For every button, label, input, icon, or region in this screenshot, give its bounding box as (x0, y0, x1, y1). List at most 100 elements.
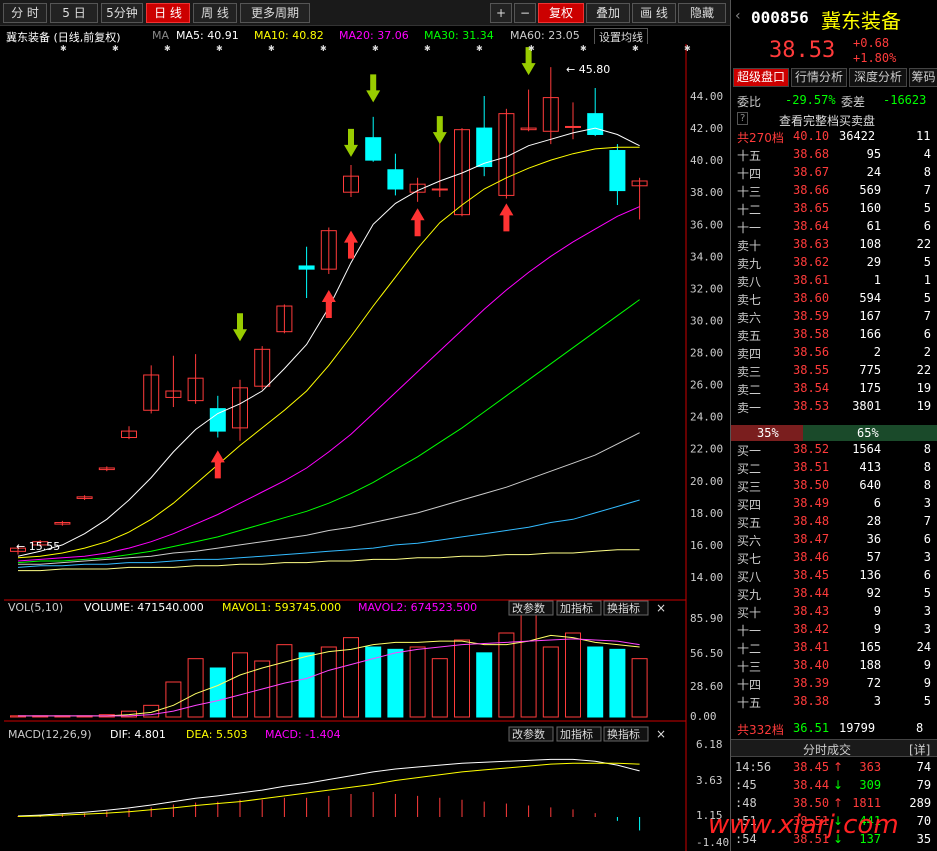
zoom-out-button[interactable]: − (514, 3, 536, 23)
level-price: 38.48 (793, 514, 830, 528)
bid-row[interactable]: 买三 38.50 640 8 (731, 477, 937, 495)
ask-row[interactable]: 卖七 38.60 594 5 (731, 290, 937, 308)
price-box: 38.53 +0.68 +1.80% (731, 36, 937, 68)
bid-row[interactable]: 十二 38.41 165 24 (731, 639, 937, 657)
ask-total-count: 11 (916, 129, 931, 143)
trade-count: 79 (916, 778, 932, 792)
level-volume: 160 (859, 201, 882, 215)
ask-row[interactable]: 十五 38.68 95 4 (731, 146, 937, 164)
ask-row[interactable]: 卖二 38.54 175 19 (731, 380, 937, 398)
period-tab-more[interactable]: 更多周期 (240, 3, 310, 23)
stock-header: 000856 冀东装备 ‹ (731, 0, 937, 36)
ask-row[interactable]: 卖六 38.59 167 7 (731, 308, 937, 326)
ask-row[interactable]: 卖十 38.63 108 22 (731, 236, 937, 254)
bid-row[interactable]: 十一 38.42 9 3 (731, 621, 937, 639)
period-tab-intraday[interactable]: 分 时 (3, 3, 47, 23)
period-tab-daily[interactable]: 日 线 (146, 3, 190, 23)
star-marker: ✱ (164, 44, 171, 53)
ask-row[interactable]: 卖八 38.61 1 1 (731, 272, 937, 290)
star-marker: ✱ (372, 44, 379, 53)
star-marker: ✱ (580, 44, 587, 53)
ask-total-price: 40.10 (793, 129, 830, 143)
level-price: 38.68 (793, 147, 830, 161)
candle-body (431, 188, 448, 191)
tab-super-book[interactable]: 超级盘口 (733, 68, 789, 87)
level-label: 十二 (737, 642, 762, 656)
bid-row[interactable]: 买十 38.43 9 3 (731, 603, 937, 621)
buy-signal-arrow (321, 290, 336, 319)
vol-tick: 0.00 (690, 710, 717, 723)
ask-row[interactable]: 十二 38.65 160 5 (731, 200, 937, 218)
quote-panel: 000856 冀东装备 ‹ 38.53 +0.68 +1.80% 超级盘口 行情… (730, 0, 937, 851)
level-label: 买七 (737, 552, 762, 566)
level-price: 38.60 (793, 291, 830, 305)
level-label: 十五 (737, 149, 762, 163)
bid-row[interactable]: 买二 38.51 413 8 (731, 459, 937, 477)
ask-row[interactable]: 卖一 38.53 3801 19 (731, 398, 937, 416)
level-price: 38.38 (793, 694, 830, 708)
price-tick: 44.00 (690, 90, 723, 103)
bid-row[interactable]: 十五 38.38 3 5 (731, 693, 937, 711)
bid-row[interactable]: 十四 38.39 72 9 (731, 675, 937, 693)
bid-row[interactable]: 买一 38.52 1564 8 (731, 441, 937, 459)
period-tab-weekly[interactable]: 周 线 (193, 3, 237, 23)
ask-row[interactable]: 卖四 38.56 2 2 (731, 344, 937, 362)
chart-area[interactable]: ← 45.80 ← 15.55 ✱ ✱ ✱ ✱ ✱ ✱ ✱ ✱ ✱ ✱ ✱ ✱ ✱ VOL(5,10) VOL… (0, 44, 730, 851)
level-volume: 413 (859, 460, 882, 474)
volume-bar (409, 646, 426, 718)
bid-row[interactable]: 十三 38.40 188 9 (731, 657, 937, 675)
bid-row[interactable]: 买六 38.47 36 6 (731, 531, 937, 549)
bid-row[interactable]: 买九 38.44 92 5 (731, 585, 937, 603)
draw-button[interactable]: 画 线 (632, 3, 676, 23)
vol-value: VOLUME: 471540.000 (84, 601, 204, 614)
ask-row[interactable]: 十三 38.66 569 7 (731, 182, 937, 200)
bid-row[interactable]: 买四 38.49 6 3 (731, 495, 937, 513)
price-change-pct: +1.80% (853, 51, 897, 65)
tab-depth-analysis[interactable]: 深度分析 (849, 68, 907, 87)
price-tick: 24.00 (690, 411, 723, 424)
period-tab-5day[interactable]: 5 日 (50, 3, 98, 23)
ask-row[interactable]: 卖三 38.55 775 22 (731, 362, 937, 380)
ma10-legend: MA10: 40.82 (254, 29, 324, 42)
period-tab-5min[interactable]: 5分钟 (101, 3, 143, 23)
help-icon[interactable]: ? (737, 112, 749, 125)
ask-row[interactable]: 十四 38.67 24 8 (731, 164, 937, 182)
level-label: 卖八 (737, 275, 762, 289)
bid-row[interactable]: 买五 38.48 28 7 (731, 513, 937, 531)
level-count: 7 (923, 183, 932, 197)
adjust-button[interactable]: 复权 (538, 3, 584, 23)
high-annotation: ← 45.80 (566, 63, 610, 76)
level-volume: 640 (859, 478, 882, 492)
price-tick: 28.00 (690, 347, 723, 360)
level-label: 卖二 (737, 383, 762, 397)
prev-stock-icon[interactable]: ‹ (735, 8, 741, 24)
bid-row[interactable]: 买八 38.45 136 6 (731, 567, 937, 585)
ask-row[interactable]: 卖九 38.62 29 5 (731, 254, 937, 272)
full-book-link[interactable]: 查看完整档买卖盘 (779, 112, 875, 129)
sell-signal-arrow (366, 74, 381, 103)
ask-row[interactable]: 卖五 38.58 166 6 (731, 326, 937, 344)
level-count: 7 (923, 309, 932, 323)
trades-detail-link[interactable]: [详] (909, 741, 930, 758)
volume-bar (187, 658, 204, 718)
level-volume: 95 (866, 147, 882, 161)
overlay-button[interactable]: 叠加 (586, 3, 630, 23)
volume-bar (587, 646, 604, 718)
ask-row[interactable]: 十一 38.64 61 6 (731, 218, 937, 236)
level-count: 1 (923, 273, 932, 287)
zoom-in-button[interactable]: + (490, 3, 512, 23)
tab-quote-analysis[interactable]: 行情分析 (791, 68, 847, 87)
vol-switch-label: 换指标 (607, 601, 640, 615)
level-count: 6 (923, 327, 932, 341)
level-label: 十四 (737, 678, 762, 692)
price-tick: 32.00 (690, 282, 723, 295)
full-book-row[interactable]: ? 查看完整档买卖盘 (731, 111, 937, 129)
trade-volume: 309 (859, 778, 882, 792)
hide-button[interactable]: 隐藏 (678, 3, 726, 23)
ma-settings-button[interactable]: 设置均线 (594, 28, 648, 44)
bid-row[interactable]: 买七 38.46 57 3 (731, 549, 937, 567)
dif-label: DIF: 4.801 (110, 728, 166, 741)
tab-chips[interactable]: 筹码 (909, 68, 937, 87)
ma-label[interactable]: MA (152, 29, 169, 42)
ask-total-label: 共270档 (737, 131, 784, 145)
